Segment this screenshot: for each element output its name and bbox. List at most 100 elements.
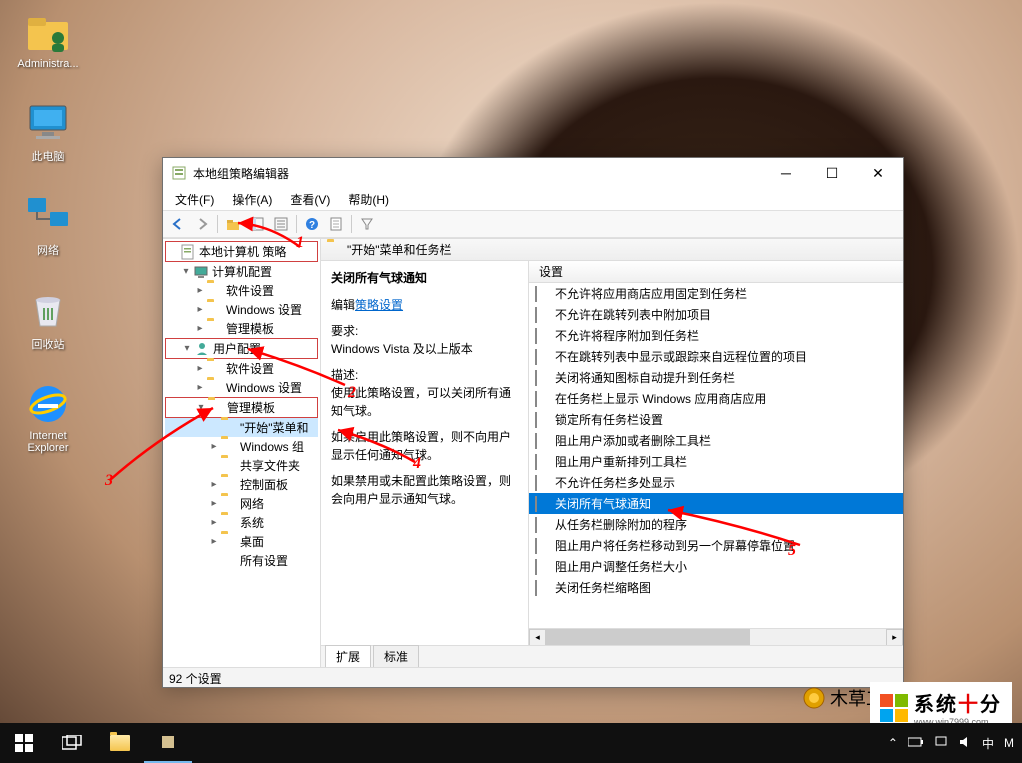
label: Administra... (17, 58, 78, 70)
setting-row[interactable]: 阻止用户将任务栏移动到另一个屏幕停靠位置 (529, 535, 903, 556)
back-button[interactable] (167, 213, 189, 235)
tree-node[interactable]: ▾管理模板 (165, 397, 318, 418)
content-pane: "开始"菜单和任务栏 关闭所有气球通知 编辑策略设置 要求:Windows Vi… (321, 239, 903, 667)
desktop-icon-pc[interactable]: 此电脑 (8, 98, 88, 164)
show-hide-tree-button[interactable] (246, 213, 268, 235)
setting-row[interactable]: 不允许将程序附加到任务栏 (529, 325, 903, 346)
up-button[interactable] (222, 213, 244, 235)
start-button[interactable] (0, 723, 48, 763)
desktop-icon-network[interactable]: 网络 (8, 192, 88, 258)
minimize-button[interactable]: ─ (763, 158, 809, 188)
scroll-thumb[interactable] (546, 629, 750, 646)
tree-label: "开始"菜单和 (240, 419, 309, 436)
tray-battery-icon[interactable] (908, 736, 924, 751)
description-label: 描述: (331, 368, 358, 382)
forward-button[interactable] (191, 213, 213, 235)
setting-row[interactable]: 阻止用户调整任务栏大小 (529, 556, 903, 577)
properties-button[interactable] (325, 213, 347, 235)
desktop-icon-ie[interactable]: Internet Explorer (8, 380, 88, 454)
horizontal-scrollbar[interactable]: ◂ ▸ (529, 628, 903, 645)
folder-icon (221, 496, 237, 512)
tree-label: 网络 (240, 495, 264, 512)
menu-view[interactable]: 查看(V) (282, 189, 338, 210)
setting-row[interactable]: 不允许在跳转列表中附加项目 (529, 304, 903, 325)
folder-icon (207, 361, 223, 377)
edit-policy-link[interactable]: 策略设置 (355, 298, 403, 312)
tree-node[interactable]: ▸控制面板 (165, 475, 318, 494)
tree-label: 控制面板 (240, 476, 288, 493)
tree-node[interactable]: 所有设置 (165, 551, 318, 570)
tab-extended[interactable]: 扩展 (325, 645, 371, 667)
taskbar-gpedit[interactable] (144, 723, 192, 763)
ie-icon (24, 380, 72, 428)
setting-row[interactable]: 不允许任务栏多处显示 (529, 472, 903, 493)
help-button[interactable]: ? (301, 213, 323, 235)
menu-help[interactable]: 帮助(H) (340, 189, 397, 210)
setting-icon (535, 560, 551, 574)
setting-icon (535, 497, 551, 511)
task-view-button[interactable] (48, 723, 96, 763)
setting-row[interactable]: 不在跳转列表中显示或跟踪来自远程位置的项目 (529, 346, 903, 367)
tree-node[interactable]: ▸Windows 设置 (165, 300, 318, 319)
desktop-icon-recycle[interactable]: 回收站 (8, 286, 88, 352)
settings-list-pane: 设置 不允许将应用商店应用固定到任务栏不允许在跳转列表中附加项目不允许将程序附加… (529, 261, 903, 645)
taskbar-explorer[interactable] (96, 723, 144, 763)
tray-up-icon[interactable]: ⌃ (888, 736, 898, 750)
tray-ime-lang[interactable]: 中 (982, 735, 994, 752)
tree-node[interactable]: "开始"菜单和 (165, 418, 318, 437)
menu-action[interactable]: 操作(A) (224, 189, 280, 210)
desktop-icon-admin[interactable]: Administra... (8, 8, 88, 70)
setting-row[interactable]: 锁定所有任务栏设置 (529, 409, 903, 430)
tree-node[interactable]: ▸桌面 (165, 532, 318, 551)
tray-volume-icon[interactable] (958, 735, 972, 752)
tree-node[interactable]: ▸系统 (165, 513, 318, 532)
close-button[interactable]: ✕ (855, 158, 901, 188)
menu-file[interactable]: 文件(F) (167, 189, 222, 210)
tree-label: 用户配置 (213, 340, 261, 357)
setting-row[interactable]: 关闭任务栏缩略图 (529, 577, 903, 598)
tree-node[interactable]: ▸软件设置 (165, 281, 318, 300)
setting-icon (535, 455, 551, 469)
tree-node[interactable]: ▸软件设置 (165, 359, 318, 378)
tab-standard[interactable]: 标准 (373, 645, 419, 667)
taskbar[interactable]: ⌃ 中 M (0, 723, 1022, 763)
setting-row[interactable]: 从任务栏删除附加的程序 (529, 514, 903, 535)
desc-p1: 使用此策略设置，可以关闭所有通知气球。 (331, 386, 511, 418)
tree-node[interactable]: 共享文件夹 (165, 456, 318, 475)
folder-icon (207, 380, 223, 396)
tree-label: 桌面 (240, 533, 264, 550)
titlebar[interactable]: 本地组策略编辑器 ─ ☐ ✕ (163, 158, 903, 188)
filter-button[interactable] (356, 213, 378, 235)
setting-row[interactable]: 关闭将通知图标自动提升到任务栏 (529, 367, 903, 388)
tree-node[interactable]: ▾用户配置 (165, 338, 318, 359)
tree-node[interactable]: ▾计算机配置 (165, 262, 318, 281)
column-header-setting[interactable]: 设置 (529, 261, 903, 283)
setting-icon (535, 413, 551, 427)
recycle-bin-icon (24, 286, 72, 334)
desc-p3: 如果禁用或未配置此策略设置，则会向用户显示通知气球。 (331, 472, 518, 508)
tree-node[interactable]: ▸管理模板 (165, 319, 318, 338)
setting-row[interactable]: 不允许将应用商店应用固定到任务栏 (529, 283, 903, 304)
tray-network-icon[interactable] (934, 735, 948, 752)
view-tabs: 扩展 标准 (321, 645, 903, 667)
folder-icon (221, 477, 237, 493)
scroll-right-button[interactable]: ▸ (886, 629, 903, 646)
tree-node[interactable]: ▸Windows 设置 (165, 378, 318, 397)
tray-ime-mode[interactable]: M (1004, 736, 1014, 750)
list-button[interactable] (270, 213, 292, 235)
system-tray[interactable]: ⌃ 中 M (880, 735, 1022, 752)
tree-node[interactable]: ▸Windows 组 (165, 437, 318, 456)
settings-list[interactable]: 不允许将应用商店应用固定到任务栏不允许在跳转列表中附加项目不允许将程序附加到任务… (529, 283, 903, 628)
setting-row[interactable]: 关闭所有气球通知 (529, 493, 903, 514)
tree-label: 计算机配置 (212, 263, 272, 280)
tree-node[interactable]: ▸网络 (165, 494, 318, 513)
setting-row[interactable]: 阻止用户重新排列工具栏 (529, 451, 903, 472)
setting-row[interactable]: 在任务栏上显示 Windows 应用商店应用 (529, 388, 903, 409)
policy-tree[interactable]: 本地计算机 策略▾计算机配置▸软件设置▸Windows 设置▸管理模板▾用户配置… (163, 239, 321, 667)
scroll-left-button[interactable]: ◂ (529, 629, 546, 646)
setting-row[interactable]: 阻止用户添加或者删除工具栏 (529, 430, 903, 451)
setting-label: 不允许将应用商店应用固定到任务栏 (555, 285, 747, 302)
label: Internet Explorer (8, 430, 88, 454)
setting-icon (535, 371, 551, 385)
maximize-button[interactable]: ☐ (809, 158, 855, 188)
